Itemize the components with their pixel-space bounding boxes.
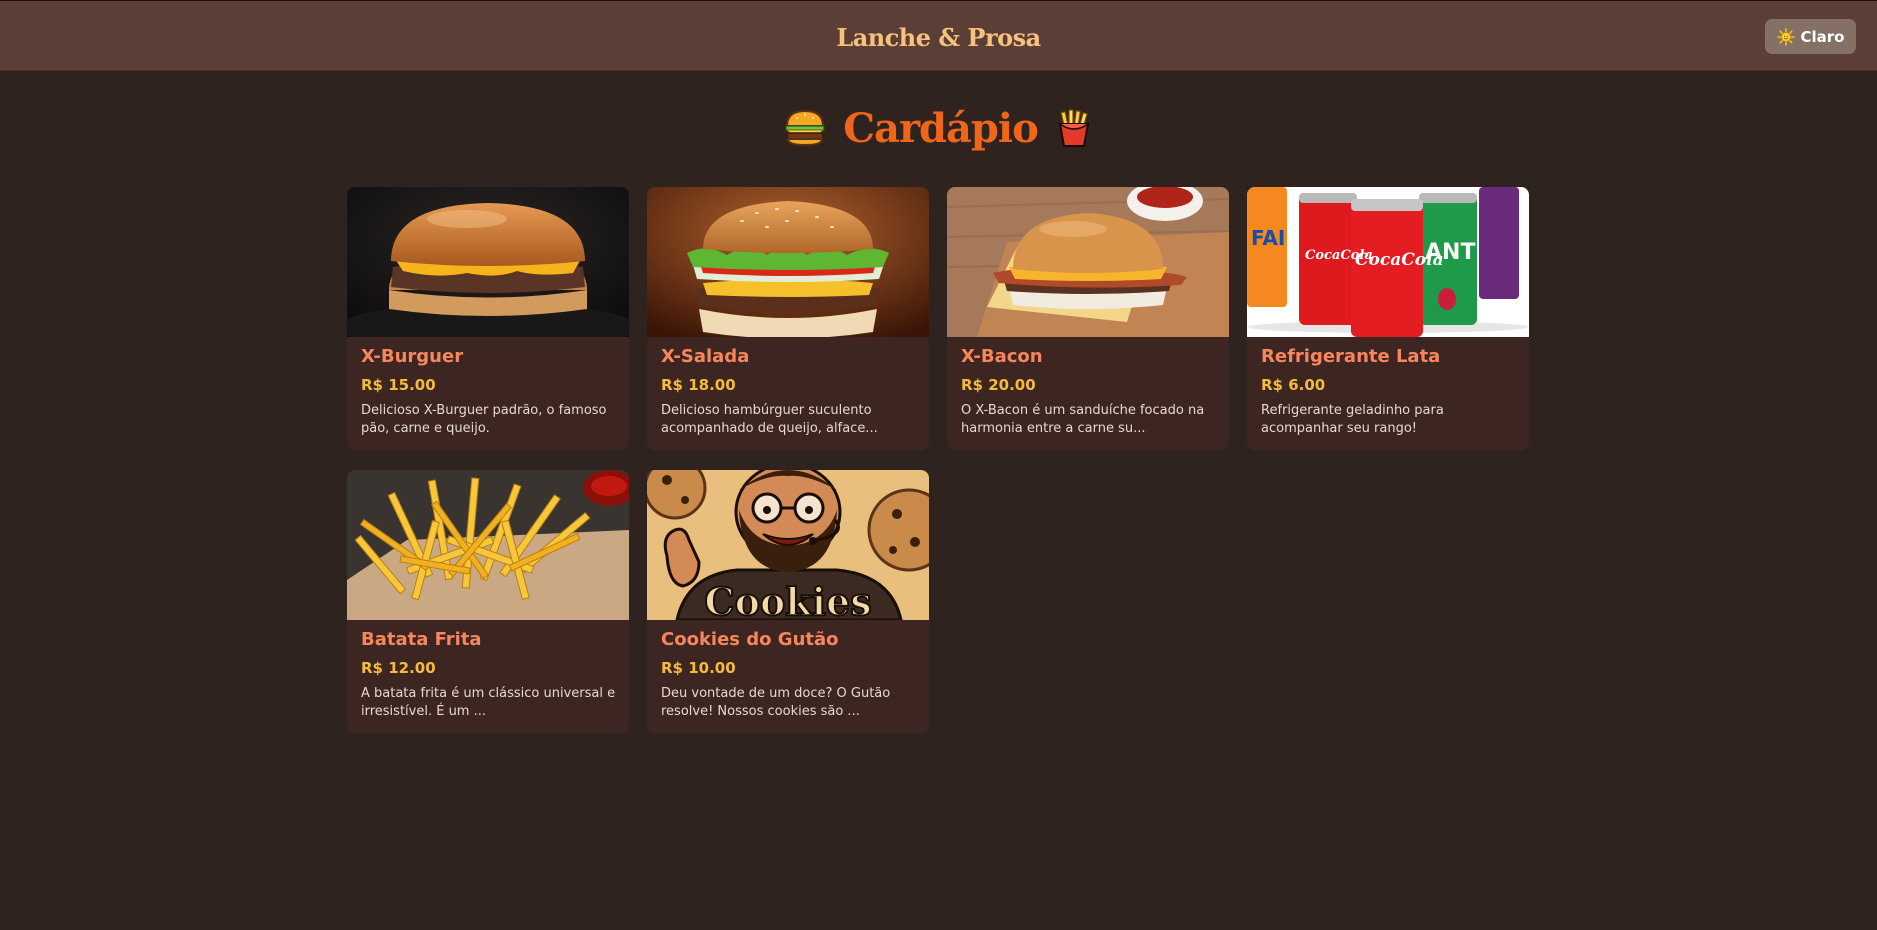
menu-card-x-burguer[interactable]: X-Burguer R$ 15.00 Delicioso X-Burguer p… xyxy=(347,187,629,450)
menu-card-x-salada[interactable]: X-Salada R$ 18.00 Delicioso hambúrguer s… xyxy=(647,187,929,450)
item-price: R$ 12.00 xyxy=(361,659,436,677)
item-name: X-Bacon xyxy=(961,346,1043,367)
menu-card-batata-frita[interactable]: Batata Frita R$ 12.00 A batata frita é u… xyxy=(347,470,629,733)
menu-card-x-bacon[interactable]: X-Bacon R$ 20.00 O X-Bacon é um sanduích… xyxy=(947,187,1229,450)
salad-burger-image xyxy=(647,187,929,337)
item-name: X-Salada xyxy=(661,346,750,367)
cookies-mascot-image: Cookies xyxy=(647,470,929,620)
svg-text:CocaCola: CocaCola xyxy=(1305,248,1373,263)
item-price: R$ 10.00 xyxy=(661,659,736,677)
item-description: A batata frita é um clássico universal e… xyxy=(361,686,616,719)
fries-icon xyxy=(1054,108,1094,148)
cheeseburger-image xyxy=(347,187,629,337)
bacon-burger-image xyxy=(947,187,1229,337)
menu-grid: X-Burguer R$ 15.00 Delicioso X-Burguer p… xyxy=(347,187,1529,733)
item-description: O X-Bacon é um sanduíche focado na harmo… xyxy=(961,403,1205,436)
cookies-image-text: Cookies xyxy=(704,579,871,620)
svg-text:FAI: FAI xyxy=(1251,226,1285,250)
item-description: Deu vontade de um doce? O Gutão resolve!… xyxy=(661,686,891,719)
menu-heading: Cardápio xyxy=(0,102,1877,154)
top-navbar: Lanche & Prosa Claro xyxy=(0,0,1877,71)
menu-card-refrigerante-lata[interactable]: FAI ANT CocaCola CocaCola Refrigerante L… xyxy=(1247,187,1529,450)
item-price: R$ 18.00 xyxy=(661,376,736,394)
item-name: X-Burguer xyxy=(361,346,464,367)
item-name: Cookies do Gutão xyxy=(661,629,839,650)
item-name: Batata Frita xyxy=(361,629,482,650)
sun-icon xyxy=(1776,27,1795,46)
item-price: R$ 15.00 xyxy=(361,376,436,394)
item-description: Delicioso X-Burguer padrão, o famoso pão… xyxy=(361,403,607,436)
brand-title: Lanche & Prosa xyxy=(836,23,1041,52)
item-description: Refrigerante geladinho para acompanhar s… xyxy=(1261,403,1444,436)
item-name: Refrigerante Lata xyxy=(1261,346,1441,367)
item-description: Delicioso hambúrguer suculento acompanha… xyxy=(661,403,878,436)
theme-toggle-label: Claro xyxy=(1800,27,1845,46)
french-fries-image xyxy=(347,470,629,620)
soda-cans-image: FAI ANT CocaCola CocaCola xyxy=(1247,187,1529,337)
menu-title: Cardápio xyxy=(843,104,1039,152)
item-price: R$ 20.00 xyxy=(961,376,1036,394)
hamburger-icon xyxy=(783,109,827,147)
theme-toggle-button[interactable]: Claro xyxy=(1765,19,1856,54)
menu-card-cookies-do-gutao[interactable]: Cookies Cookies do Gutão R$ 10.00 Deu vo… xyxy=(647,470,929,733)
item-price: R$ 6.00 xyxy=(1261,376,1326,394)
